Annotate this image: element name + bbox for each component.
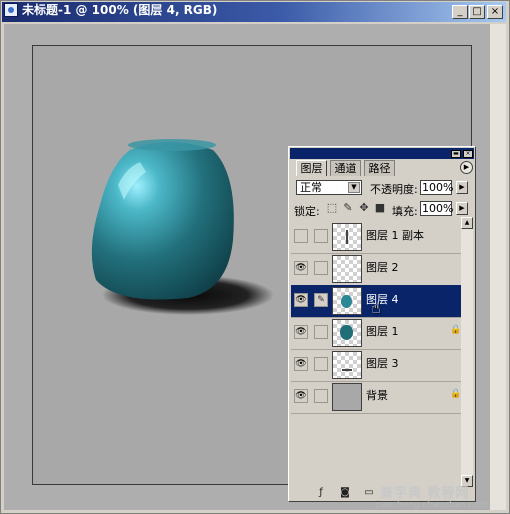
layer-thumbnail — [332, 287, 362, 315]
maximize-button[interactable]: □ — [469, 5, 485, 19]
fill-slider-arrow-icon[interactable]: ▶ — [456, 202, 468, 215]
link-toggle-empty[interactable] — [314, 229, 328, 243]
link-toggle-empty[interactable] — [314, 325, 328, 339]
layer-name: 图层 1 — [366, 325, 399, 338]
opacity-input[interactable]: 100% — [420, 180, 453, 195]
palette-close-button[interactable]: × — [463, 150, 473, 158]
palette-scrollbar[interactable] — [461, 217, 473, 487]
link-toggle-empty[interactable] — [314, 261, 328, 275]
lock-icon: 🔒 — [450, 389, 462, 399]
vertical-scrollbar[interactable] — [490, 24, 506, 510]
new-set-icon[interactable]: ▭ — [362, 487, 376, 499]
layer-name: 图层 3 — [366, 357, 399, 370]
document-icon — [4, 3, 18, 17]
layer-name: 图层 1 副本 — [366, 229, 424, 242]
fill-input[interactable]: 100% — [420, 201, 453, 216]
opacity-label: 不透明度: — [370, 183, 418, 196]
layer-thumbnail — [332, 319, 362, 347]
scroll-up-icon[interactable]: ▲ — [461, 217, 473, 229]
palette-menu-arrow-icon[interactable]: ▶ — [460, 161, 473, 174]
opacity-slider-arrow-icon[interactable]: ▶ — [456, 181, 468, 194]
watermark: 查字典 教程网 — [380, 486, 470, 501]
vase-body — [91, 142, 234, 300]
layer-thumbnail — [332, 223, 362, 251]
layer-style-icon[interactable]: ƒ — [314, 487, 328, 499]
palette-title-bar[interactable] — [290, 148, 474, 159]
tab-channels[interactable]: 通道 — [330, 160, 361, 176]
link-toggle-empty[interactable] — [314, 357, 328, 371]
lock-all-icon[interactable]: ■ — [374, 202, 386, 214]
close-button[interactable]: × — [487, 5, 503, 19]
hand-cursor-icon: ☝ — [371, 298, 381, 317]
layer-thumbnail — [332, 383, 362, 411]
window-title: 未标题-1 @ 100% (图层 4, RGB) — [22, 3, 218, 17]
lock-move-icon[interactable]: ✥ — [358, 202, 370, 214]
paintbrush-icon[interactable]: ✎ — [314, 293, 328, 307]
layer-thumbnail — [332, 351, 362, 379]
eye-icon[interactable]: 👁 — [294, 261, 308, 275]
eye-icon[interactable]: 👁 — [294, 389, 308, 403]
teal-vase-artwork — [91, 139, 274, 315]
eye-icon[interactable]: 👁 — [294, 325, 308, 339]
minimize-button[interactable]: _ — [452, 5, 468, 19]
layer-thumbnail — [332, 255, 362, 283]
lock-paint-brush-icon[interactable]: ✎ — [342, 202, 354, 214]
layer-name: 图层 2 — [366, 261, 399, 274]
lock-icon: 🔒 — [450, 325, 462, 335]
tab-paths[interactable]: 路径 — [364, 160, 395, 176]
chevron-down-icon[interactable]: ▼ — [348, 182, 360, 193]
tab-layers[interactable]: 图层 — [296, 160, 327, 176]
palette-minimize-button[interactable]: ▬ — [451, 150, 461, 158]
link-toggle-empty[interactable] — [314, 389, 328, 403]
layer-name: 背景 — [366, 389, 388, 402]
vase-rim — [128, 139, 216, 151]
visibility-toggle-empty[interactable] — [294, 229, 308, 243]
eye-icon[interactable]: 👁 — [294, 357, 308, 371]
add-mask-icon[interactable]: ◙ — [338, 487, 352, 499]
lock-transparency-icon[interactable]: ⬚ — [326, 202, 338, 214]
watermark-url: jiaocheng.chazidian.com — [376, 500, 488, 510]
eye-icon[interactable]: 👁 — [294, 293, 308, 307]
